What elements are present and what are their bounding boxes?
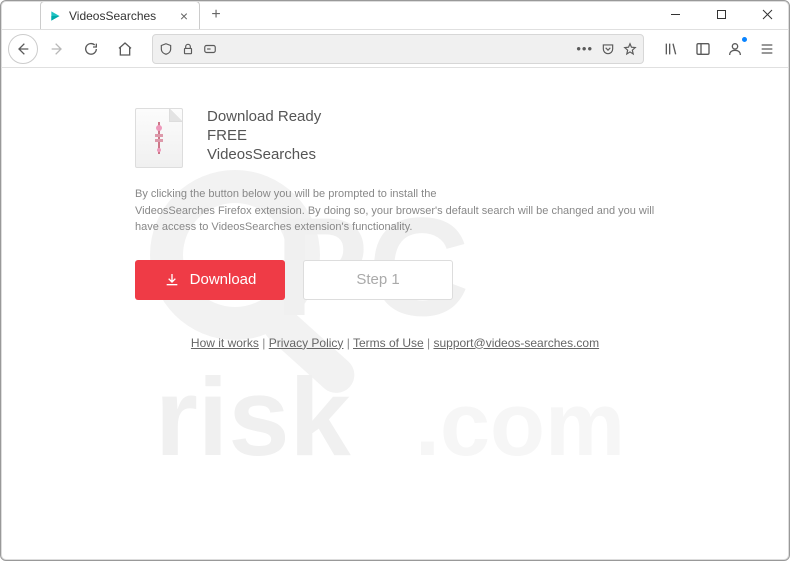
svg-text:.com: .com [415, 375, 625, 475]
menu-icon[interactable] [752, 34, 782, 64]
window-controls [652, 0, 790, 29]
how-it-works-link[interactable]: How it works [191, 336, 259, 350]
home-button[interactable] [110, 34, 140, 64]
maximize-button[interactable] [698, 0, 744, 29]
hero-line-3: VideosSearches [207, 146, 321, 163]
sidebar-icon[interactable] [688, 34, 718, 64]
pocket-icon[interactable] [601, 42, 615, 56]
close-window-button[interactable] [744, 0, 790, 29]
browser-tab[interactable]: VideosSearches × [40, 1, 200, 29]
download-icon [164, 272, 180, 288]
permissions-icon[interactable] [203, 42, 217, 56]
hero-line-2: FREE [207, 127, 321, 144]
notification-dot-icon [741, 36, 748, 43]
tab-strip: VideosSearches × + [0, 0, 652, 29]
tab-favicon-icon [49, 9, 63, 23]
page-actions-icon[interactable]: ••• [576, 41, 593, 56]
download-button-label: Download [190, 271, 257, 288]
svg-text:risk: risk [155, 356, 352, 479]
footer-links: How it works | Privacy Policy | Terms of… [135, 336, 655, 350]
url-bar[interactable]: ••• [152, 34, 644, 64]
privacy-policy-link[interactable]: Privacy Policy [269, 336, 344, 350]
step1-button-label: Step 1 [356, 271, 399, 288]
page-content: PC risk .com Download Read [0, 68, 790, 561]
disclaimer-text: By clicking the button below you will be… [135, 186, 655, 236]
forward-button[interactable] [42, 34, 72, 64]
tab-title: VideosSearches [69, 9, 171, 23]
profile-icon[interactable] [720, 34, 750, 64]
library-icon[interactable] [656, 34, 686, 64]
bookmark-star-icon[interactable] [623, 42, 637, 56]
tab-close-icon[interactable]: × [177, 9, 191, 23]
terms-of-use-link[interactable]: Terms of Use [353, 336, 424, 350]
step1-button[interactable]: Step 1 [303, 260, 453, 300]
shield-icon[interactable] [159, 42, 173, 56]
support-email-link[interactable]: support@videos-searches.com [433, 336, 599, 350]
browser-toolbar: ••• [0, 30, 790, 68]
hero-line-1: Download Ready [207, 108, 321, 125]
window-titlebar: VideosSearches × + [0, 0, 790, 30]
download-button[interactable]: Download [135, 260, 285, 300]
button-row: Download Step 1 [135, 260, 655, 300]
minimize-button[interactable] [652, 0, 698, 29]
hero-section: Download Ready FREE VideosSearches [135, 108, 655, 168]
back-button[interactable] [8, 34, 38, 64]
new-tab-button[interactable]: + [204, 3, 228, 27]
toolbar-right-icons [656, 34, 782, 64]
lock-icon[interactable] [181, 42, 195, 56]
hero-text: Download Ready FREE VideosSearches [207, 108, 321, 168]
reload-button[interactable] [76, 34, 106, 64]
file-icon [135, 108, 183, 168]
